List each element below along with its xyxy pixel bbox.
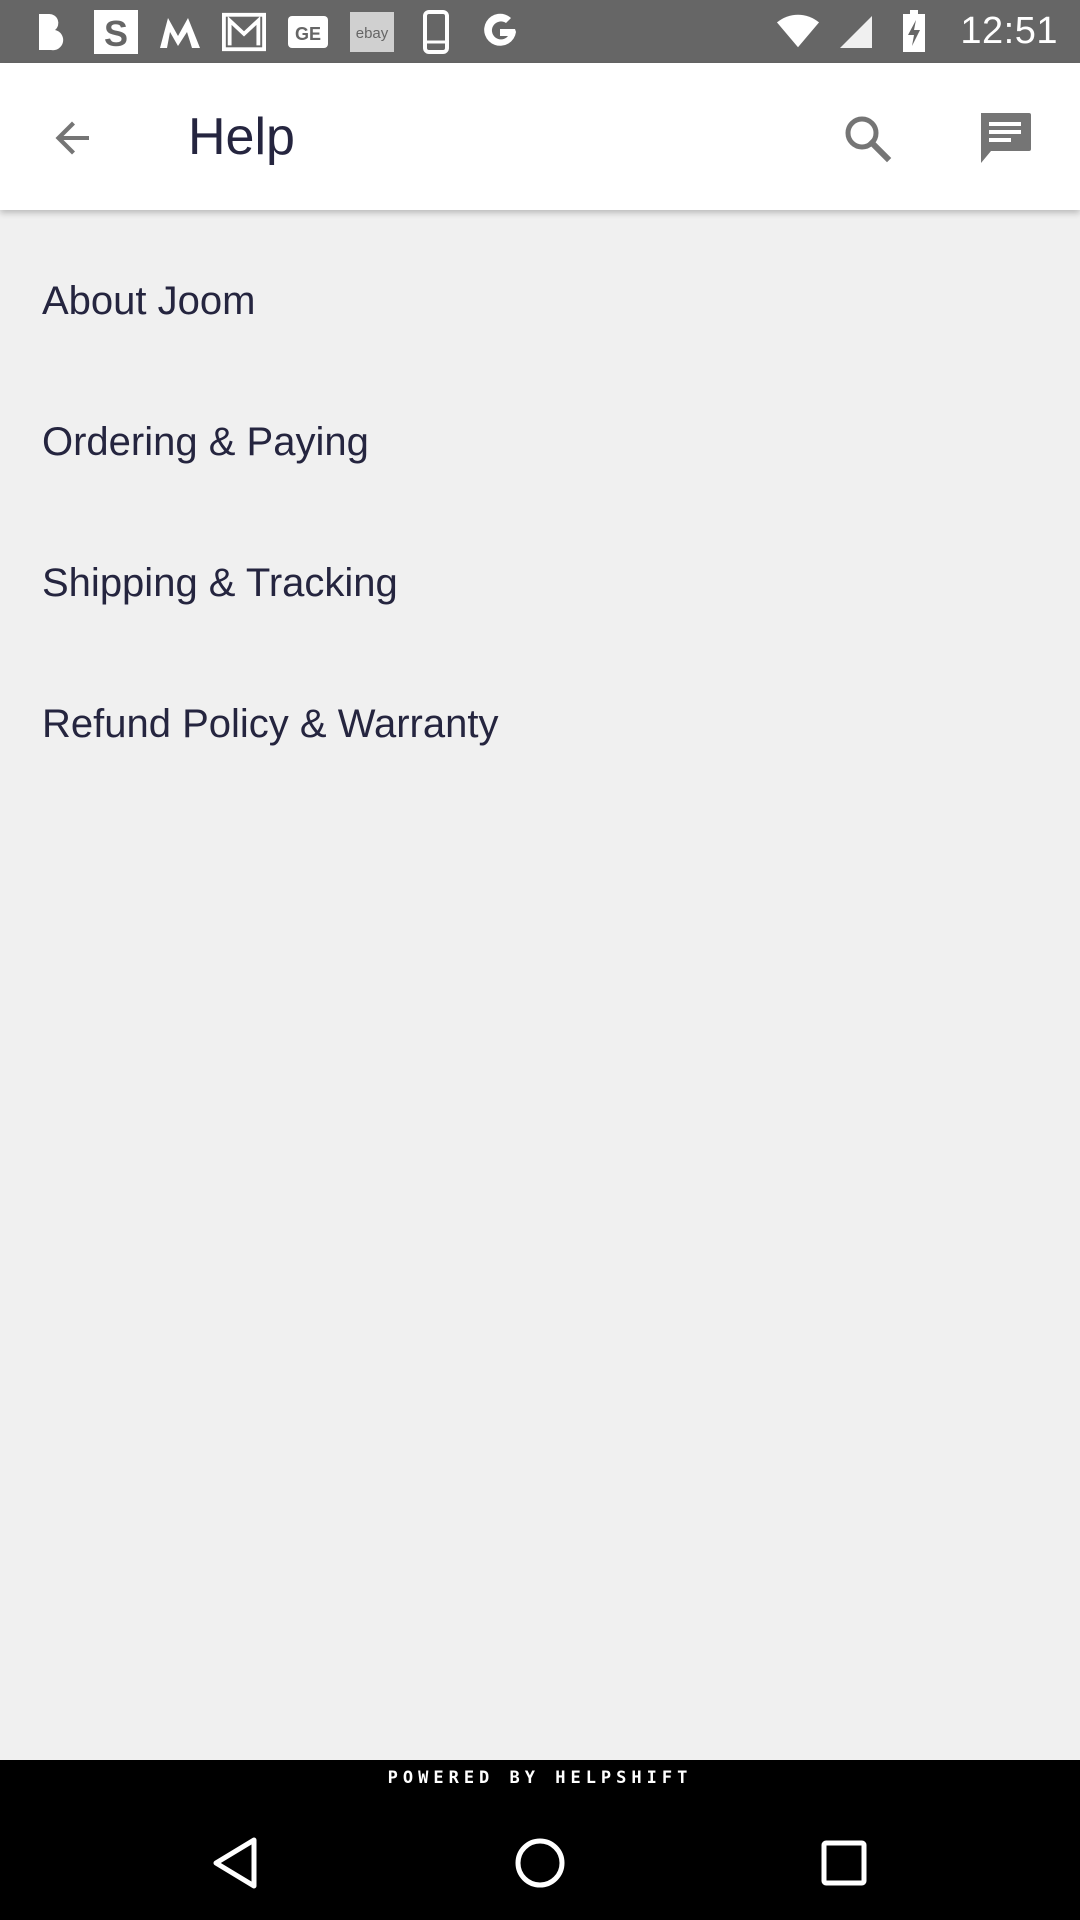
svg-text:S: S	[104, 13, 128, 54]
wifi-icon	[776, 10, 820, 54]
list-item-label: Refund Policy & Warranty	[42, 702, 499, 746]
svg-text:GE: GE	[295, 24, 321, 44]
list-item-label: About Joom	[42, 279, 256, 323]
signal-icon	[834, 10, 878, 54]
search-icon	[845, 116, 892, 163]
page-title: Help	[188, 108, 295, 166]
search-button[interactable]	[832, 103, 902, 173]
help-topics-list: About Joom Ordering & Paying Shipping & …	[0, 210, 1080, 1760]
phone-icon	[414, 9, 458, 54]
m-icon	[158, 10, 202, 54]
google-icon	[478, 10, 522, 54]
status-time: 12:51	[960, 10, 1058, 52]
back-button[interactable]	[38, 103, 108, 173]
chat-icon	[981, 113, 1031, 163]
list-item-label: Shipping & Tracking	[42, 561, 398, 605]
list-item-label: Ordering & Paying	[42, 420, 369, 464]
nav-home-button[interactable]	[505, 1828, 575, 1898]
chat-button[interactable]	[970, 103, 1040, 173]
battery-icon	[892, 9, 936, 54]
app-bar: Help	[0, 63, 1080, 210]
svg-text:ebay: ebay	[356, 25, 389, 42]
powered-by-label: POWERED BY HELPSHIFT	[387, 1768, 693, 1788]
nav-recents-icon	[821, 1840, 867, 1886]
b-icon	[30, 10, 74, 54]
list-item-about-joom[interactable]: About Joom	[0, 231, 1080, 372]
list-item-shipping-tracking[interactable]: Shipping & Tracking	[0, 513, 1080, 654]
notification-icons: S GE ebay	[30, 9, 522, 54]
nav-recents-button[interactable]	[809, 1828, 879, 1898]
list-item-refund-policy-warranty[interactable]: Refund Policy & Warranty	[0, 654, 1080, 795]
nav-home-icon	[515, 1838, 565, 1888]
s-icon: S	[94, 9, 138, 54]
nav-back-button[interactable]	[200, 1828, 270, 1898]
gmail-icon	[222, 10, 266, 54]
ge-icon: GE	[286, 10, 330, 54]
ebay-icon: ebay	[350, 10, 394, 54]
nav-back-icon	[213, 1837, 257, 1889]
status-bar: S GE ebay 12:51	[0, 0, 1080, 63]
list-item-ordering-paying[interactable]: Ordering & Paying	[0, 372, 1080, 513]
navigation-bar: POWERED BY HELPSHIFT	[0, 1760, 1080, 1920]
arrow-back-icon	[55, 121, 89, 155]
